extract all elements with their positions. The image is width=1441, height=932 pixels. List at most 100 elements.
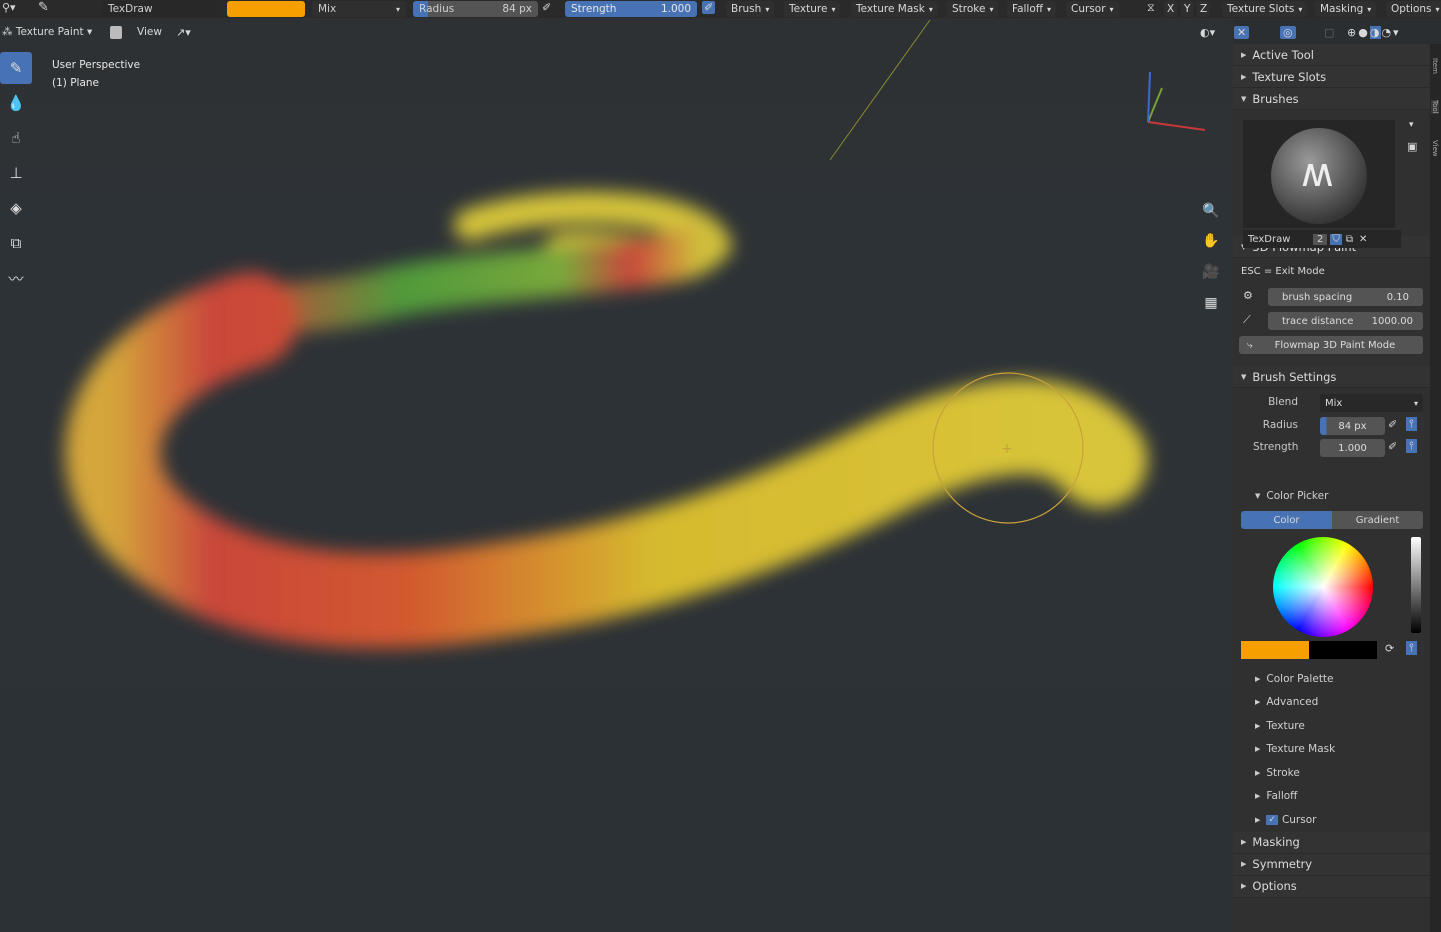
strength-unified-icon[interactable]: ⫯ xyxy=(1406,439,1417,453)
menu-brush[interactable]: Brush ▾ xyxy=(726,1,775,17)
3d-viewport[interactable]: + User Perspective (1) Plane ✎ 💧 ☝ ⊥ ◈ ⧉… xyxy=(0,0,1233,932)
axis-x-toggle[interactable]: X xyxy=(1164,1,1178,17)
blend-dropdown[interactable]: Mix ▾ xyxy=(1320,394,1423,412)
unified-color-icon[interactable]: ⫯ xyxy=(1406,641,1417,655)
subsection-texture-mask[interactable]: ▶ Texture Mask xyxy=(1233,738,1430,762)
canvas-toggle-icon[interactable] xyxy=(110,25,122,39)
section-symmetry[interactable]: ▶ Symmetry xyxy=(1233,853,1430,876)
swap-colors-icon[interactable]: ⟳ xyxy=(1385,642,1394,655)
subsection-texture[interactable]: ▶ Texture xyxy=(1233,714,1430,738)
viewport-visibility-icon[interactable]: ◐▾ xyxy=(1200,26,1215,39)
xray-icon[interactable]: ▢ xyxy=(1324,26,1334,39)
section-masking[interactable]: ▶ Masking xyxy=(1233,831,1430,854)
trace-distance-field[interactable]: trace distance 1000.00 xyxy=(1268,312,1423,330)
menu-texture-mask[interactable]: Texture Mask ▾ xyxy=(851,1,938,17)
subsection-stroke[interactable]: ▶ Stroke xyxy=(1233,761,1430,785)
fake-user-icon[interactable]: ⛉ xyxy=(1330,233,1342,245)
radius-slider[interactable]: Radius 84 px xyxy=(413,1,538,17)
subsection-color-picker[interactable]: ▼ Color Picker xyxy=(1233,483,1430,509)
menu-texture-slots[interactable]: Texture Slots ▾ xyxy=(1222,1,1308,17)
mode-dropdown[interactable]: ⁂ Texture Paint ▾ xyxy=(2,26,92,38)
subsection-color-palette[interactable]: ▶ Color Palette xyxy=(1233,667,1430,691)
toolbar: ✎ 💧 ☝ ⊥ ◈ ⧉ 〰 xyxy=(0,52,34,297)
shading-modes-icon[interactable]: ⊕●◑◔▾ xyxy=(1347,25,1401,39)
trace-icon: ⟋ xyxy=(1243,313,1251,326)
radius-pressure-icon[interactable]: ✐ xyxy=(1388,418,1397,431)
brush-spacing-field[interactable]: brush spacing 0.10 xyxy=(1268,288,1423,306)
menu-masking[interactable]: Masking ▾ xyxy=(1315,1,1377,17)
duplicate-icon[interactable]: ⧉ xyxy=(1346,234,1353,245)
blend-dropdown[interactable]: Mix ▾ xyxy=(312,1,406,17)
tab-item[interactable]: Item xyxy=(1431,58,1439,74)
strength-pressure-icon[interactable]: ✐ xyxy=(1388,440,1397,453)
smear-tool-icon[interactable]: ☝ xyxy=(0,122,32,154)
brush-settings-body: Blend Mix ▾ Radius 84 px ✐ ⫯ Strength 1.0… xyxy=(1233,388,1430,483)
section-brush-settings[interactable]: ▼ Brush Settings xyxy=(1233,366,1430,388)
gizmo-dropdown-icon[interactable]: ↗▾ xyxy=(176,26,191,39)
blend-value: Mix xyxy=(318,3,337,15)
grid-icon[interactable]: ▦ xyxy=(1200,292,1222,314)
spacing-icon: ⚙ xyxy=(1243,289,1253,302)
radius-unified-icon[interactable]: ⫯ xyxy=(1406,417,1417,431)
mask-tool-icon[interactable]: ⧉ xyxy=(0,227,32,259)
axis-gizmo xyxy=(1147,71,1206,131)
axis-z-toggle[interactable]: Z xyxy=(1197,1,1211,17)
tab-tool[interactable]: Tool xyxy=(1431,100,1439,114)
strength-field[interactable]: 1.000 xyxy=(1320,439,1385,457)
strength-slider[interactable]: Strength 1.000 xyxy=(565,1,697,17)
fill-tool-icon[interactable]: ◈ xyxy=(0,192,32,224)
cursor-checkbox[interactable]: ✓ xyxy=(1266,814,1278,825)
menu-texture[interactable]: Texture ▾ xyxy=(784,1,841,17)
section-active-tool[interactable]: ▶ Active Tool xyxy=(1233,44,1430,66)
section-texture-slots[interactable]: ▶ Texture Slots xyxy=(1233,66,1430,88)
brush-users-count[interactable]: 2 xyxy=(1313,233,1328,245)
viewport-header: ⁂ Texture Paint ▾ View ↗▾ ◐▾ ✕ ◎ ▢ ⊕●◑◔▾ xyxy=(0,18,1441,46)
draw-tool-icon[interactable]: ✎ xyxy=(0,52,32,84)
editor-type-icon[interactable]: ⚲▾ xyxy=(2,1,16,14)
subsection-falloff[interactable]: ▶ Falloff xyxy=(1233,785,1430,809)
flowmap-paint-mode-button[interactable]: ⤷ Flowmap 3D Paint Mode xyxy=(1239,336,1423,354)
section-brushes[interactable]: ▼ Brushes xyxy=(1233,88,1430,110)
strength-pressure-icon[interactable]: ✐ xyxy=(702,1,716,14)
camera-icon[interactable]: 🎥 xyxy=(1200,261,1222,283)
clone-tool-icon[interactable]: ⊥ xyxy=(0,157,32,189)
brush-selector: ʍ ▾ ▣ TexDraw 2 ⛉ ⧉ ✕ xyxy=(1233,110,1430,272)
zoom-icon[interactable]: 🔍 xyxy=(1200,200,1222,222)
tab-color[interactable]: Color xyxy=(1241,511,1332,529)
active-object-label: (1) Plane xyxy=(52,77,100,89)
color-swatch[interactable] xyxy=(227,1,305,17)
menu-options[interactable]: Options ▾ xyxy=(1386,1,1441,17)
menu-falloff[interactable]: Falloff ▾ xyxy=(1007,1,1057,17)
value-slider[interactable] xyxy=(1411,537,1421,633)
tab-gradient[interactable]: Gradient xyxy=(1332,511,1423,529)
sidebar-tabs: Item Tool View xyxy=(1430,44,1441,932)
paint-canvas: + xyxy=(65,19,1206,649)
soften-tool-icon[interactable]: 💧 xyxy=(0,87,32,119)
pressure-icon[interactable]: ✐ xyxy=(542,1,551,14)
brush-image-icon[interactable]: ▣ xyxy=(1407,140,1417,153)
overlay-toggle-icon[interactable]: ◎ xyxy=(1280,25,1296,39)
annotate-tool-icon[interactable]: 〰 xyxy=(0,262,32,294)
exit-mode-hint: ESC = Exit Mode xyxy=(1241,266,1325,277)
secondary-color-swatch[interactable] xyxy=(1309,641,1377,659)
unlink-icon[interactable]: ✕ xyxy=(1359,234,1367,245)
primary-color-swatch[interactable] xyxy=(1241,641,1309,659)
brush-name[interactable]: TexDraw xyxy=(1243,234,1313,245)
radius-field[interactable]: 84 px xyxy=(1320,417,1385,435)
view-menu[interactable]: View xyxy=(137,26,162,38)
brush-list-chevron-icon[interactable]: ▾ xyxy=(1409,120,1414,130)
section-options[interactable]: ▶ Options xyxy=(1233,875,1430,898)
menu-stroke[interactable]: Stroke ▾ xyxy=(947,1,999,17)
subsection-advanced[interactable]: ▶ Advanced xyxy=(1233,691,1430,715)
axis-y-toggle[interactable]: Y xyxy=(1181,1,1194,17)
brush-thumbnail-icon: ʍ xyxy=(1271,128,1367,224)
brush-name-field[interactable]: TexDraw xyxy=(102,1,220,17)
subsection-cursor[interactable]: ▶ ✓ Cursor xyxy=(1233,808,1430,832)
gizmo-toggle-icon[interactable]: ✕ xyxy=(1234,25,1250,39)
flowmap-body: ESC = Exit Mode ⚙ brush spacing 0.10 ⟋ tr… xyxy=(1233,258,1430,358)
tab-view[interactable]: View xyxy=(1431,140,1439,157)
color-wheel[interactable] xyxy=(1273,537,1373,637)
menu-cursor[interactable]: Cursor ▾ xyxy=(1066,1,1119,17)
brush-preview[interactable]: ʍ xyxy=(1243,120,1395,228)
pan-hand-icon[interactable]: ✋ xyxy=(1200,230,1222,252)
